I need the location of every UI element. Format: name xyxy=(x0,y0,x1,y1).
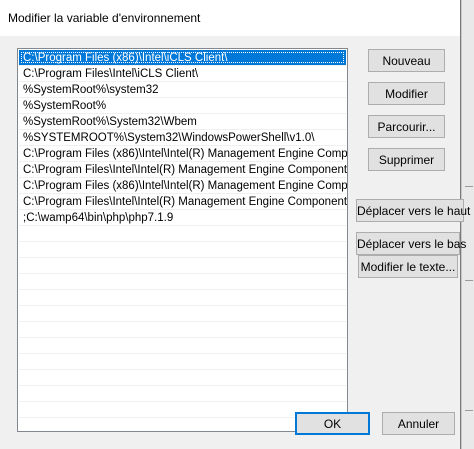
list-empty-row[interactable] xyxy=(19,338,346,354)
list-empty-row[interactable] xyxy=(19,258,346,274)
list-item-label: C:\Program Files\Intel\iCLS Client\ xyxy=(23,68,199,80)
list-item[interactable]: %SystemRoot% xyxy=(19,98,346,114)
list-empty-row[interactable] xyxy=(19,322,346,338)
delete-button[interactable]: Supprimer xyxy=(368,148,445,171)
list-empty-row[interactable] xyxy=(19,306,346,322)
list-item-label: C:\Program Files\Intel\Intel(R) Manageme… xyxy=(23,164,348,176)
list-empty-row[interactable] xyxy=(19,226,346,242)
list-item-label: %SystemRoot%\System32\Wbem xyxy=(23,116,197,128)
background-mark xyxy=(465,280,473,281)
list-item-label: C:\Program Files (x86)\Intel\Intel(R) Ma… xyxy=(23,148,348,160)
new-button[interactable]: Nouveau xyxy=(368,49,445,72)
list-item-label: %SystemRoot%\system32 xyxy=(23,84,159,96)
background-mark xyxy=(465,410,473,411)
list-item[interactable]: C:\Program Files\Intel\Intel(R) Manageme… xyxy=(19,162,348,178)
list-item-label: ;C:\wamp64\bin\php\php7.1.9 xyxy=(23,212,174,224)
list-empty-row[interactable] xyxy=(19,290,346,306)
list-item[interactable]: %SYSTEMROOT%\System32\WindowsPowerShell\… xyxy=(19,130,346,146)
path-list[interactable]: C:\Program Files (x86)\Intel\iCLS Client… xyxy=(17,48,348,432)
window-title: Modifier la variable d'environnement xyxy=(8,11,201,25)
list-item[interactable]: C:\Program Files\Intel\Intel(R) Manageme… xyxy=(19,194,348,210)
move-up-button[interactable]: Déplacer vers le haut xyxy=(356,199,470,222)
list-item-label: C:\Program Files (x86)\Intel\Intel(R) Ma… xyxy=(23,180,348,192)
list-item[interactable]: ;C:\wamp64\bin\php\php7.1.9 xyxy=(19,210,346,226)
list-item[interactable]: %SystemRoot%\system32 xyxy=(19,82,346,98)
cancel-button[interactable]: Annuler xyxy=(382,412,455,435)
ok-button[interactable]: OK xyxy=(295,412,370,435)
edit-text-button[interactable]: Modifier le texte... xyxy=(358,255,458,278)
list-item[interactable]: %SystemRoot%\System32\Wbem xyxy=(19,114,346,130)
edit-button[interactable]: Modifier xyxy=(368,82,445,105)
background-window-edge xyxy=(461,0,474,449)
list-empty-row[interactable] xyxy=(19,242,346,258)
list-item[interactable]: C:\Program Files (x86)\Intel\Intel(R) Ma… xyxy=(19,146,348,162)
browse-button[interactable]: Parcourir... xyxy=(368,115,445,138)
list-empty-row[interactable] xyxy=(19,370,346,386)
list-item-label: C:\Program Files\Intel\Intel(R) Manageme… xyxy=(23,196,348,208)
title-bar[interactable]: Modifier la variable d'environnement xyxy=(0,0,460,36)
list-item[interactable]: C:\Program Files (x86)\Intel\iCLS Client… xyxy=(19,50,346,66)
background-mark xyxy=(465,186,473,187)
list-empty-row[interactable] xyxy=(19,354,346,370)
list-item-label: C:\Program Files (x86)\Intel\iCLS Client… xyxy=(23,52,228,64)
list-empty-row[interactable] xyxy=(19,274,346,290)
list-item[interactable]: C:\Program Files\Intel\iCLS Client\ xyxy=(19,66,346,82)
list-item[interactable]: C:\Program Files (x86)\Intel\Intel(R) Ma… xyxy=(19,178,348,194)
ok-button-label: OK xyxy=(323,416,342,431)
move-down-button[interactable]: Déplacer vers le bas xyxy=(356,232,466,255)
list-item-label: %SYSTEMROOT%\System32\WindowsPowerShell\… xyxy=(23,132,315,144)
list-empty-row[interactable] xyxy=(19,386,346,402)
list-item-label: %SystemRoot% xyxy=(23,100,107,112)
edit-environment-variable-dialog: Modifier la variable d'environnement C:\… xyxy=(0,0,470,449)
